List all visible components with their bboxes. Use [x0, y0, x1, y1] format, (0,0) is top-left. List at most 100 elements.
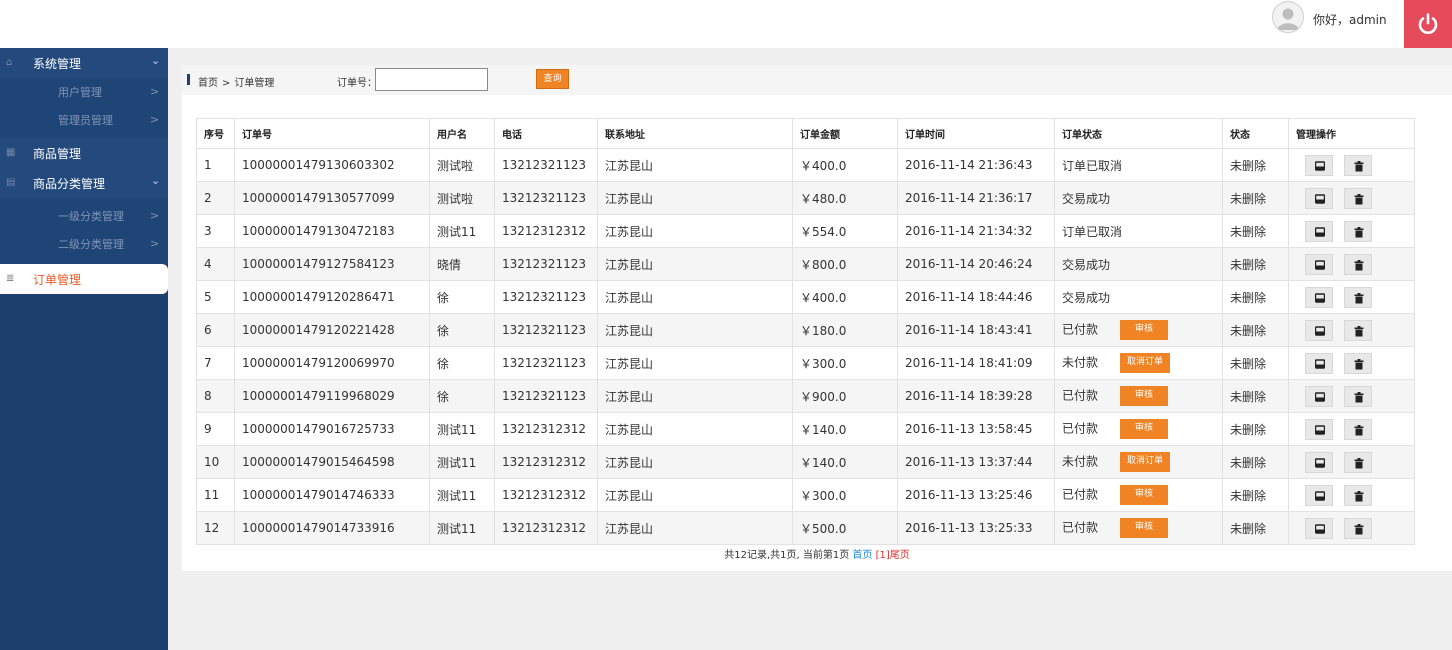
- review-button[interactable]: 审核: [1120, 386, 1169, 406]
- cell-order-status: 订单已取消: [1054, 148, 1223, 182]
- table-row: 5 10000001479120286471 徐 13212321123 江苏昆山 ￥40…: [196, 280, 1415, 314]
- order-status-text: 交易成功: [1062, 191, 1111, 206]
- delete-order-button[interactable]: [1344, 517, 1372, 539]
- trash-icon: [1354, 193, 1364, 204]
- delete-order-button[interactable]: [1344, 220, 1372, 242]
- top-bar: 你好，admin: [0, 0, 1452, 48]
- sidebar-item-level2-category[interactable]: 二级分类管理 >: [0, 230, 168, 258]
- sidebar-item-system[interactable]: ⌂ 系统管理 ⌄: [0, 48, 168, 78]
- view-order-button[interactable]: [1305, 187, 1333, 209]
- delete-order-button[interactable]: [1344, 352, 1372, 374]
- cell-state: 未删除: [1222, 412, 1289, 446]
- review-button[interactable]: 审核: [1120, 518, 1169, 538]
- cell-user: 测试11: [429, 478, 495, 512]
- view-order-button[interactable]: [1305, 253, 1333, 275]
- cell-time: 2016-11-14 20:46:24: [897, 247, 1055, 281]
- grid-icon: ▤: [6, 177, 16, 188]
- cell-amount: ￥400.0: [792, 280, 898, 314]
- sidebar-item-label: 一级分类管理: [58, 210, 124, 223]
- view-icon: [1315, 160, 1325, 171]
- cell-phone: 13212321123: [494, 379, 598, 413]
- cell-order-status: 已付款 审核: [1054, 379, 1223, 413]
- chevron-right-icon: >: [150, 113, 160, 126]
- cell-phone: 13212321123: [494, 280, 598, 314]
- cell-address: 江苏昆山: [597, 214, 793, 248]
- cell-state: 未删除: [1222, 511, 1289, 545]
- cell-amount: ￥800.0: [792, 247, 898, 281]
- order-status-text: 已付款: [1062, 322, 1099, 337]
- pagination-summary: 共12记录,共1页, 当前第1页: [724, 550, 853, 561]
- view-order-button[interactable]: [1305, 484, 1333, 506]
- view-order-button[interactable]: [1305, 352, 1333, 374]
- view-order-button[interactable]: [1305, 451, 1333, 473]
- cell-address: 江苏昆山: [597, 412, 793, 446]
- cell-state: 未删除: [1222, 346, 1289, 380]
- delete-order-button[interactable]: [1344, 154, 1372, 176]
- sidebar-item-orders[interactable]: ≣ 订单管理: [0, 264, 168, 294]
- sidebar-item-products[interactable]: ▦ 商品管理: [0, 138, 168, 168]
- order-number-input[interactable]: [375, 68, 488, 91]
- cell-user: 徐: [429, 280, 495, 314]
- order-status-text: 已付款: [1062, 520, 1099, 535]
- pagination-last[interactable]: 尾页: [890, 550, 910, 561]
- pagination-current[interactable]: [1]: [876, 550, 890, 561]
- sidebar-item-level1-category[interactable]: 一级分类管理 >: [0, 202, 168, 230]
- review-button[interactable]: 审核: [1120, 419, 1169, 439]
- cancel-order-button[interactable]: 取消订单: [1120, 353, 1171, 373]
- cell-user: 晓倩: [429, 247, 495, 281]
- cell-order-id: 10000001479120069970: [234, 346, 430, 380]
- view-order-button[interactable]: [1305, 319, 1333, 341]
- breadcrumb-separator: >: [222, 78, 231, 89]
- delete-order-button[interactable]: [1344, 187, 1372, 209]
- pagination-first[interactable]: 首页: [852, 550, 872, 561]
- table-header-row: 序号 订单号 用户名 电话 联系地址 订单金额 订单时间 订单状态 状态 管理操…: [196, 118, 1415, 149]
- table-row: 2 10000001479130577099 测试啦 13212321123 江苏昆山 ￥…: [196, 181, 1415, 215]
- order-status-text: 订单已取消: [1062, 224, 1123, 239]
- cell-time: 2016-11-14 18:39:28: [897, 379, 1055, 413]
- cell-time: 2016-11-13 13:37:44: [897, 445, 1055, 479]
- cell-no: 8: [196, 379, 235, 413]
- view-order-button[interactable]: [1305, 286, 1333, 308]
- view-order-button[interactable]: [1305, 385, 1333, 407]
- order-number-label: 订单号：: [337, 78, 377, 89]
- sidebar-item-user-mgmt[interactable]: 用户管理 >: [0, 78, 168, 106]
- delete-order-button[interactable]: [1344, 286, 1372, 308]
- delete-order-button[interactable]: [1344, 385, 1372, 407]
- logout-button[interactable]: [1404, 0, 1452, 48]
- breadcrumb-home[interactable]: 首页: [198, 78, 218, 89]
- delete-order-button[interactable]: [1344, 451, 1372, 473]
- orders-table: 序号 订单号 用户名 电话 联系地址 订单金额 订单时间 订单状态 状态 管理操…: [196, 118, 1415, 545]
- order-status-text: 已付款: [1062, 388, 1099, 403]
- cell-state: 未删除: [1222, 379, 1289, 413]
- view-order-button[interactable]: [1305, 220, 1333, 242]
- sidebar-item-admin-mgmt[interactable]: 管理员管理 >: [0, 106, 168, 134]
- cancel-order-button[interactable]: 取消订单: [1120, 452, 1171, 472]
- cell-amount: ￥300.0: [792, 346, 898, 380]
- cell-order-id: 10000001479016725733: [234, 412, 430, 446]
- order-status-text: 已付款: [1062, 487, 1099, 502]
- sidebar: ⌂ 系统管理 ⌄ 用户管理 > 管理员管理 > ▦ 商品管理 ▤ 商品分类管理 …: [0, 48, 168, 650]
- table-row: 1 10000001479130603302 测试啦 13212321123 江苏昆山 ￥…: [196, 148, 1415, 182]
- search-button[interactable]: 查询: [536, 69, 569, 89]
- user-avatar-icon[interactable]: [1272, 1, 1304, 33]
- view-icon: [1315, 193, 1325, 204]
- view-order-button[interactable]: [1305, 517, 1333, 539]
- view-order-button[interactable]: [1305, 154, 1333, 176]
- view-order-button[interactable]: [1305, 418, 1333, 440]
- cell-address: 江苏昆山: [597, 379, 793, 413]
- view-icon: [1315, 358, 1325, 369]
- cell-operations: [1288, 346, 1415, 380]
- trash-icon: [1354, 391, 1364, 402]
- review-button[interactable]: 审核: [1120, 320, 1169, 340]
- delete-order-button[interactable]: [1344, 319, 1372, 341]
- sidebar-item-categories[interactable]: ▤ 商品分类管理 ⌄: [0, 168, 168, 198]
- cell-order-id: 10000001479130577099: [234, 181, 430, 215]
- cell-state: 未删除: [1222, 148, 1289, 182]
- delete-order-button[interactable]: [1344, 418, 1372, 440]
- delete-order-button[interactable]: [1344, 484, 1372, 506]
- cell-user: 测试11: [429, 445, 495, 479]
- review-button[interactable]: 审核: [1120, 485, 1169, 505]
- orders-panel: 首页 > 订单管理 订单号： 查询 序号 订单号 用户名 电话 联系地址 订单金额 …: [182, 65, 1452, 571]
- delete-order-button[interactable]: [1344, 253, 1372, 275]
- trash-icon: [1354, 457, 1364, 468]
